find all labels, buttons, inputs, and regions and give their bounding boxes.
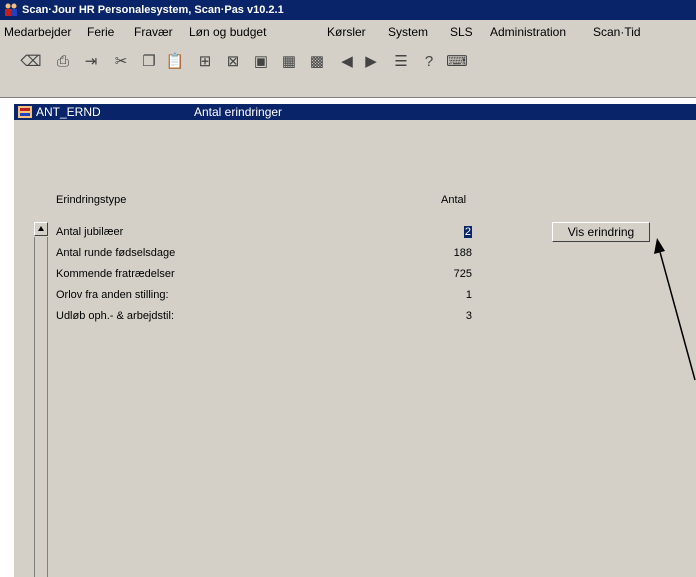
form-title: Antal erindringer (194, 105, 283, 119)
menu-administration[interactable]: Administration (490, 20, 566, 44)
scrollbar-track[interactable] (34, 237, 48, 577)
toolbar: ⌫ ⎙ ⇥ ✂ ❐ 📋 ⊞ ⊠ ▣ ▦ ▩ ◀ ▶ ☰ ? ⌨ (0, 44, 696, 98)
list-item[interactable]: Antal runde fødselsdage (56, 247, 175, 259)
help-icon[interactable]: ? (418, 50, 440, 72)
cut-icon[interactable]: ✂ (110, 50, 132, 72)
form-code: ANT_ERND (36, 105, 101, 119)
value-field[interactable]: 2 (463, 226, 472, 238)
list-item[interactable]: Kommende fratrædelser (56, 268, 175, 280)
menu-medarbejder[interactable]: Medarbejder (4, 20, 71, 44)
query-icon[interactable]: ▣ (250, 50, 272, 72)
menu-scan-tid[interactable]: Scan·Tid (593, 20, 641, 44)
menu-bar: Medarbejder Ferie Fravær Løn og budget K… (0, 20, 696, 44)
keyboard-icon[interactable]: ⌨ (446, 50, 468, 72)
window-title: Scan·Jour HR Personalesystem, Scan·Pas v… (22, 4, 284, 16)
paste-icon[interactable]: 📋 (164, 50, 186, 72)
column-header-type: Erindringstype (56, 194, 127, 206)
list-icon[interactable]: ☰ (390, 50, 412, 72)
copy-icon[interactable]: ❐ (138, 50, 160, 72)
exit-icon[interactable]: ⇥ (80, 50, 102, 72)
form-body (32, 120, 696, 577)
menu-koersler[interactable]: Kørsler (327, 20, 366, 44)
form-icon (18, 106, 32, 118)
value-field[interactable]: 1 (466, 289, 472, 301)
value-field[interactable]: 188 (454, 247, 472, 259)
menu-loen-og-budget[interactable]: Løn og budget (189, 20, 266, 44)
list-item[interactable]: Orlov fra anden stilling: (56, 289, 169, 301)
menu-system[interactable]: System (388, 20, 428, 44)
menu-sls[interactable]: SLS (450, 20, 473, 44)
add-record-icon[interactable]: ⊞ (194, 50, 216, 72)
menu-ferie[interactable]: Ferie (87, 20, 114, 44)
list-item[interactable]: Antal jubilæer (56, 226, 123, 238)
previous-icon[interactable]: ◀ (336, 50, 358, 72)
eraser-icon[interactable]: ⌫ (20, 50, 42, 72)
list-item[interactable]: Udløb oph.- & arbejdstil: (56, 310, 174, 322)
window-titlebar: Scan·Jour HR Personalesystem, Scan·Pas v… (0, 0, 696, 20)
scroll-up-arrow-icon[interactable] (34, 222, 48, 236)
value-field[interactable]: 3 (466, 310, 472, 322)
column-header-count: Antal (441, 194, 467, 206)
query-clear-icon[interactable]: ▩ (306, 50, 328, 72)
value-field[interactable]: 725 (454, 268, 472, 280)
show-reminder-button[interactable]: Vis erindring (552, 222, 650, 242)
menu-fravaer[interactable]: Fravær (134, 20, 173, 44)
form-left-bar (14, 120, 32, 577)
print-icon[interactable]: ⎙ (52, 50, 74, 72)
query-all-icon[interactable]: ▦ (278, 50, 300, 72)
delete-record-icon[interactable]: ⊠ (222, 50, 244, 72)
app-icon (5, 3, 17, 16)
toolbar-divider (0, 97, 696, 98)
form-header: ANT_ERND Antal erindringer (14, 104, 696, 120)
next-icon[interactable]: ▶ (360, 50, 382, 72)
